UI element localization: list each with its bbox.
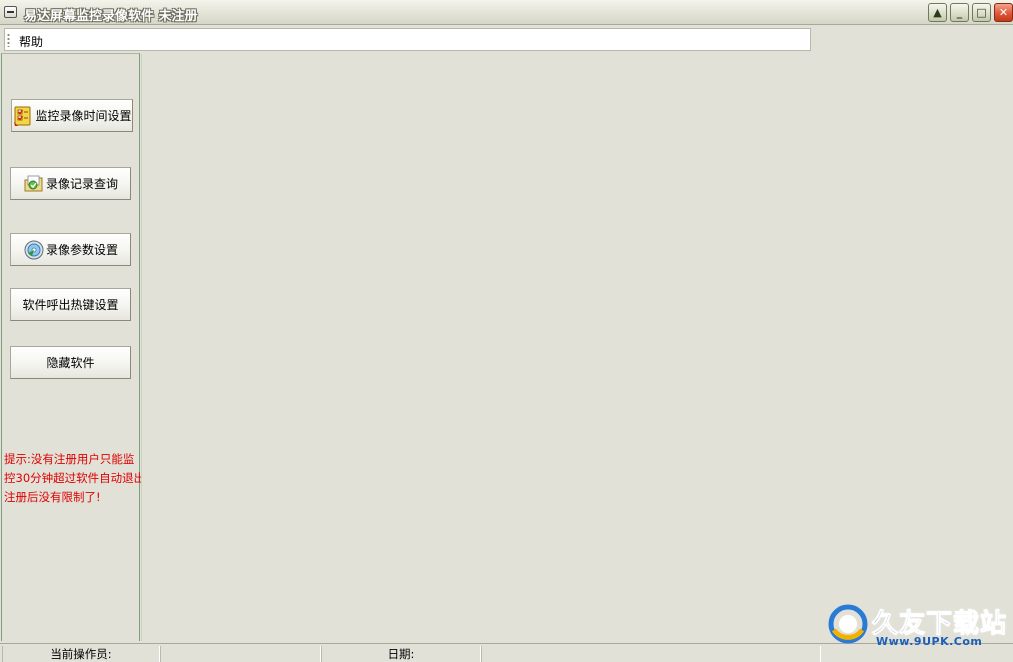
rollup-button[interactable]: ▲ [928, 3, 947, 22]
window-title: 易达屏幕监控录像软件 未注册 [24, 9, 198, 24]
hotkey-settings-button[interactable]: 软件呼出热键设置 [10, 288, 131, 321]
triangle-up-icon: ▲ [933, 6, 942, 19]
site-watermark: 久友下载站 Www.9UPK.Com [826, 602, 1007, 652]
status-operator-value [160, 646, 321, 662]
status-date-label: 日期: [321, 646, 481, 662]
record-params-label: 录像参数设置 [45, 243, 118, 257]
trial-hint-text: 提示:没有注册用户只能监 控30分钟超过软件自动退出 注册后没有限制了! [4, 450, 142, 507]
maximize-icon: □ [976, 6, 987, 19]
main-content-area [142, 53, 1013, 641]
schedule-settings-button[interactable]: 监控录像时间设置 [11, 99, 133, 132]
folder-search-icon [24, 175, 43, 191]
hotkey-settings-label: 软件呼出热键设置 [22, 298, 119, 312]
title-bar[interactable]: 易达屏幕监控录像软件 未注册 ▲ _ □ ✕ [0, 0, 1013, 25]
hint-line: 控30分钟超过软件自动退出 [4, 471, 142, 485]
watermark-logo-icon [828, 604, 868, 644]
record-params-button[interactable]: 录像参数设置 [10, 233, 131, 266]
hide-software-button[interactable]: 隐藏软件 [10, 346, 131, 379]
close-icon: ✕ [998, 6, 1009, 19]
settings-disc-icon [24, 240, 44, 259]
schedule-icon [14, 106, 31, 126]
record-query-button[interactable]: 录像记录查询 [10, 167, 131, 200]
hint-line: 提示:没有注册用户只能监 [4, 452, 135, 466]
sidebar-panel: 监控录像时间设置 录像记录查询 录像参数设置 软件呼出热键设置 隐藏软件 提示:… [1, 53, 142, 641]
watermark-url: Www.9UPK.Com [876, 635, 983, 648]
minimize-button[interactable]: _ [950, 3, 969, 22]
menu-bar: 帮助 [4, 28, 811, 51]
close-button[interactable]: ✕ [994, 3, 1013, 22]
status-date-value [481, 646, 821, 662]
hint-line: 注册后没有限制了! [4, 490, 101, 504]
app-window: 易达屏幕监控录像软件 未注册 ▲ _ □ ✕ 帮助 监控录像时间设置 录像记录查… [0, 0, 1013, 662]
minimize-icon: _ [956, 6, 963, 19]
menu-item-help[interactable]: 帮助 [17, 33, 45, 50]
hide-software-label: 隐藏软件 [46, 356, 95, 370]
system-menu-icon[interactable] [4, 6, 17, 18]
status-operator-label: 当前操作员: [2, 646, 160, 662]
maximize-button[interactable]: □ [972, 3, 991, 22]
schedule-settings-label: 监控录像时间设置 [35, 109, 132, 123]
toolbar-grip-icon[interactable] [7, 33, 10, 47]
record-query-label: 录像记录查询 [45, 177, 118, 191]
